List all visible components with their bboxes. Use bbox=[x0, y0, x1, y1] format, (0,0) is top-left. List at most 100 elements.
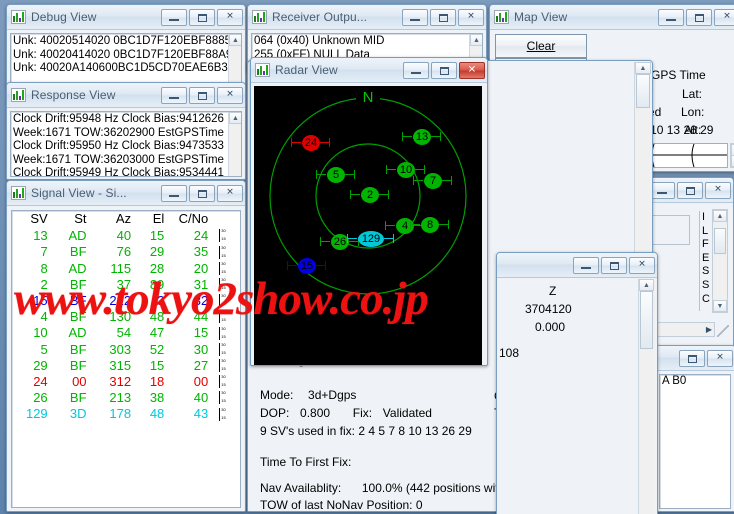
window-debug-view[interactable]: Debug View ✕ Unk: 40020514020 0BC1D7F120… bbox=[6, 4, 246, 86]
close-button[interactable]: ✕ bbox=[629, 256, 655, 274]
scroll-up-arrow[interactable]: ▲ bbox=[635, 62, 651, 74]
table-row[interactable]: 29 BF 315 15 27 30 15 bbox=[12, 358, 240, 374]
sv-cell: 15 bbox=[33, 293, 48, 309]
scroll-down-arrow[interactable]: ▼ bbox=[713, 300, 727, 312]
debug-output-list[interactable]: Unk: 40020514020 0BC1D7F120EBF8885 Unk: … bbox=[10, 33, 242, 83]
elevation-cell: 48 bbox=[149, 406, 165, 422]
close-button[interactable]: ✕ bbox=[714, 8, 734, 26]
titlebar-radar-view[interactable]: Radar View ✕ bbox=[251, 58, 487, 83]
scroll-up-arrow[interactable]: ▲ bbox=[639, 279, 654, 291]
scroll-up-arrow[interactable]: ▲ bbox=[229, 112, 241, 124]
vertical-scrollbar[interactable]: ▲ bbox=[228, 34, 241, 82]
satellite-marker[interactable]: 2 bbox=[350, 187, 389, 203]
radar-client-area[interactable]: N 24 13 5 10 7 2 4 8 26 129 15 bbox=[254, 86, 482, 365]
table-row[interactable]: 129 3D 178 48 43 30 15 bbox=[12, 406, 240, 422]
list-item: Clock Drift:95950 Hz Clock Bias:9473533 bbox=[13, 140, 224, 152]
extra-output-list[interactable]: A B0 bbox=[659, 374, 731, 509]
close-button[interactable]: ✕ bbox=[459, 61, 485, 79]
minimize-button[interactable] bbox=[161, 86, 187, 104]
satellite-marker[interactable]: 24 bbox=[291, 135, 330, 151]
window-coordinates[interactable]: ✕ Z 3704120 0.000 108 ▲ bbox=[496, 252, 658, 514]
chart-icon bbox=[255, 63, 270, 77]
close-button[interactable]: ✕ bbox=[217, 86, 243, 104]
signal-table-container[interactable]: SV St Az El C/No 13 AD 40 15 24 30 15 7 BF 76 29 35… bbox=[11, 210, 241, 508]
maximize-button[interactable] bbox=[189, 8, 215, 26]
table-row[interactable]: 7 BF 76 29 35 30 15 bbox=[12, 244, 240, 260]
maximize-button[interactable] bbox=[189, 184, 215, 202]
close-button[interactable]: ✕ bbox=[217, 184, 243, 202]
desktop-background: Debug View ✕ Unk: 40020514020 0BC1D7F120… bbox=[0, 0, 734, 514]
close-button[interactable]: ✕ bbox=[705, 181, 731, 199]
table-row[interactable]: 2 BF 37 89 31 30 15 bbox=[12, 277, 240, 293]
scroll-up-arrow[interactable]: ▲ bbox=[713, 210, 727, 222]
table-row[interactable]: 26 BF 213 38 40 30 15 bbox=[12, 390, 240, 406]
table-row[interactable]: 10 AD 54 47 15 30 15 bbox=[12, 325, 240, 341]
scrollbar-thumb[interactable] bbox=[636, 74, 650, 108]
scroll-up-arrow[interactable]: ▲ bbox=[470, 34, 482, 46]
maximize-button[interactable] bbox=[679, 349, 705, 367]
table-row[interactable]: 5 BF 303 52 30 30 15 bbox=[12, 342, 240, 358]
table-row[interactable]: 8 AD 115 28 20 30 15 bbox=[12, 261, 240, 277]
satellite-marker[interactable]: 13 bbox=[402, 129, 441, 145]
maximize-button[interactable] bbox=[677, 181, 703, 199]
titlebar-response-view[interactable]: Response View ✕ bbox=[7, 83, 245, 108]
maximize-button[interactable] bbox=[189, 86, 215, 104]
titlebar-debug-view[interactable]: Debug View ✕ bbox=[7, 5, 245, 30]
titlebar-map-view[interactable]: Map View ✕ bbox=[490, 5, 734, 30]
maximize-button[interactable] bbox=[430, 8, 456, 26]
azimuth-cell: 315 bbox=[109, 357, 132, 373]
cno-cell: 27 bbox=[193, 357, 209, 373]
window-response-view[interactable]: Response View ✕ Clock Drift:95948 Hz Clo… bbox=[6, 82, 246, 180]
scroll-right-arrow[interactable]: ▶ bbox=[706, 325, 712, 334]
window-signal-view[interactable]: Signal View - Si... ✕ SV St Az El C/No 1… bbox=[6, 180, 246, 512]
list-item: Unk: 40020414020 0BC1D7F120EBF88A9 bbox=[13, 48, 233, 61]
close-button[interactable]: ✕ bbox=[217, 8, 243, 26]
table-row[interactable]: 15 BF 222 3 32 30 15 bbox=[12, 293, 240, 309]
clear-button-label: Clear bbox=[526, 39, 556, 53]
satellite-marker[interactable]: 7 bbox=[413, 173, 452, 189]
sv-cell: 13 bbox=[33, 228, 48, 244]
sv-cell: 10 bbox=[33, 325, 48, 341]
map-vertical-scrollbar[interactable]: ▲ ▼ bbox=[730, 143, 734, 168]
window-extra-output[interactable]: ✕ A B0 bbox=[655, 345, 734, 512]
azimuth-cell: 213 bbox=[109, 390, 132, 406]
maximize-button[interactable] bbox=[686, 8, 712, 26]
elevation-cell: 15 bbox=[149, 228, 165, 244]
clear-button[interactable]: Clear bbox=[495, 34, 587, 58]
table-row[interactable]: 24 00 312 18 00 30 15 bbox=[12, 374, 240, 390]
minimize-button[interactable] bbox=[658, 8, 684, 26]
response-output-list[interactable]: Clock Drift:95948 Hz Clock Bias:9412626 … bbox=[10, 111, 242, 177]
window-radar-view[interactable]: Radar View ✕ N 24 13 5 10 7 2 4 8 26 129 15 bbox=[250, 57, 488, 366]
signal-gauge: 30 15 bbox=[219, 244, 226, 259]
satellite-marker[interactable]: 4 bbox=[385, 218, 424, 234]
satellite-marker[interactable]: 15 bbox=[287, 258, 326, 274]
satellite-marker[interactable]: 5 bbox=[316, 167, 355, 183]
titlebar-receiver-output[interactable]: Receiver Outpu... ✕ bbox=[248, 5, 486, 30]
titlebar-coordinates[interactable]: ✕ bbox=[497, 253, 657, 278]
satellite-marker[interactable]: 129 bbox=[347, 231, 394, 247]
mode-label: Mode: bbox=[260, 388, 294, 402]
close-button[interactable]: ✕ bbox=[707, 349, 733, 367]
map-alt-label: Alt: bbox=[684, 123, 702, 137]
coord-vertical-scrollbar[interactable]: ▲ bbox=[638, 279, 655, 514]
minimize-button[interactable] bbox=[161, 184, 187, 202]
vertical-scrollbar[interactable]: ▲ bbox=[228, 112, 241, 176]
table-row[interactable]: 13 AD 40 15 24 30 15 bbox=[12, 228, 240, 244]
close-button[interactable]: ✕ bbox=[458, 8, 484, 26]
scrollbar-thumb[interactable] bbox=[714, 228, 726, 254]
maximize-button[interactable] bbox=[431, 61, 457, 79]
titlebar-extra-output[interactable]: ✕ bbox=[656, 346, 734, 371]
svs-used-line: 9 SV's used in fix: 2 4 5 7 8 10 13 26 2… bbox=[260, 424, 472, 438]
scroll-up-arrow[interactable]: ▲ bbox=[229, 34, 241, 46]
minimize-button[interactable] bbox=[161, 8, 187, 26]
minimize-button[interactable] bbox=[403, 61, 429, 79]
titlebar-signal-view[interactable]: Signal View - Si... ✕ bbox=[7, 181, 245, 206]
minimize-button[interactable] bbox=[573, 256, 599, 274]
scrollbar-thumb[interactable] bbox=[640, 291, 653, 349]
satellite-marker[interactable]: 8 bbox=[410, 217, 449, 233]
minimize-button[interactable] bbox=[402, 8, 428, 26]
table-row[interactable]: 4 BF 130 48 44 30 15 bbox=[12, 309, 240, 325]
maximize-button[interactable] bbox=[601, 256, 627, 274]
dgps-vertical-scrollbar[interactable]: ▲ ▼ bbox=[712, 209, 728, 313]
resize-grip[interactable] bbox=[717, 325, 729, 337]
